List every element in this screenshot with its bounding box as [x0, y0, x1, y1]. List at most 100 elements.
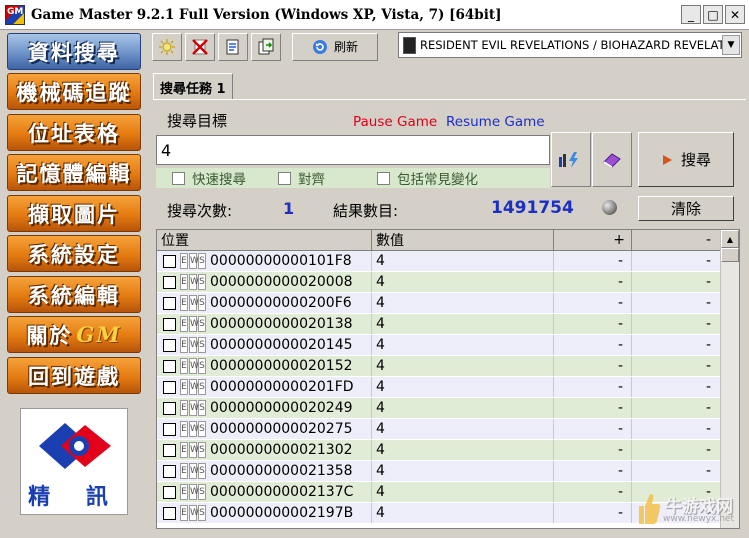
value-cell[interactable]: 4 [372, 440, 554, 460]
table-row[interactable]: EWS 0000000000020138 4 - - [157, 314, 721, 335]
close-icon[interactable]: ✕ [725, 5, 745, 24]
value-cell[interactable]: 4 [372, 503, 554, 523]
flag-e-icon[interactable]: E [180, 379, 188, 395]
flag-e-icon[interactable]: E [180, 421, 188, 437]
table-row[interactable]: EWS 0000000000021358 4 - - [157, 461, 721, 482]
common-variations-option[interactable]: 包括常見變化 [377, 168, 478, 188]
flag-e-icon[interactable]: E [180, 358, 188, 374]
flag-w-icon[interactable]: W [189, 295, 199, 311]
flag-e-icon[interactable]: E [180, 463, 188, 479]
results-scrollbar[interactable]: ▲ [720, 230, 739, 528]
flag-e-icon[interactable]: E [180, 337, 188, 353]
flag-w-icon[interactable]: W [189, 358, 199, 374]
value-cell[interactable]: 4 [372, 272, 554, 292]
flag-w-icon[interactable]: W [189, 463, 199, 479]
flag-s-icon[interactable]: S [198, 505, 206, 521]
row-checkbox[interactable] [163, 338, 176, 352]
table-row[interactable]: EWS 00000000000101F8 4 - - [157, 251, 721, 272]
row-checkbox[interactable] [163, 317, 176, 331]
new-search-icon[interactable] [152, 32, 182, 61]
flag-w-icon[interactable]: W [189, 505, 199, 521]
value-cell[interactable]: 4 [372, 419, 554, 439]
flag-e-icon[interactable]: E [180, 295, 188, 311]
save-list-icon[interactable] [218, 32, 248, 61]
flag-w-icon[interactable]: W [189, 337, 199, 353]
flag-s-icon[interactable]: S [198, 379, 206, 395]
value-cell[interactable]: 4 [372, 482, 554, 502]
chevron-down-icon[interactable]: ▼ [722, 35, 740, 55]
value-cell[interactable]: 4 [372, 251, 554, 271]
refresh-button[interactable]: 刷新 [292, 32, 378, 61]
value-cell[interactable]: 4 [372, 314, 554, 334]
value-cell[interactable]: 4 [372, 398, 554, 418]
flag-w-icon[interactable]: W [189, 253, 199, 269]
sidebar-item-data-search[interactable]: 資料搜尋 [7, 33, 141, 70]
row-checkbox[interactable] [163, 506, 176, 520]
fast-search-option[interactable]: 快速搜尋 [172, 168, 246, 188]
flag-e-icon[interactable]: E [180, 274, 188, 290]
sidebar-item-system-settings[interactable]: 系統設定 [7, 235, 141, 272]
column-value[interactable]: 數值 [372, 230, 554, 250]
flag-s-icon[interactable]: S [198, 400, 206, 416]
flag-e-icon[interactable]: E [180, 316, 188, 332]
flag-s-icon[interactable]: S [198, 421, 206, 437]
row-checkbox[interactable] [163, 485, 176, 499]
resume-game-link[interactable]: Resume Game [446, 114, 545, 130]
value-cell[interactable]: 4 [372, 356, 554, 376]
flag-e-icon[interactable]: E [180, 253, 188, 269]
search-button[interactable]: 搜尋 [638, 132, 734, 187]
flag-s-icon[interactable]: S [198, 316, 206, 332]
column-plus[interactable]: + [554, 230, 632, 250]
sidebar-item-system-edit[interactable]: 系統編輯 [7, 276, 141, 313]
process-select[interactable]: RESIDENT EVIL REVELATIONS / BIOHAZARD RE… [398, 32, 742, 58]
sidebar-item-about[interactable]: 關於 GM [7, 316, 141, 353]
table-row[interactable]: EWS 00000000000201FD 4 - - [157, 377, 721, 398]
row-checkbox[interactable] [163, 380, 176, 394]
row-checkbox[interactable] [163, 359, 176, 373]
row-checkbox[interactable] [163, 275, 176, 289]
flag-w-icon[interactable]: W [189, 316, 199, 332]
table-row[interactable]: EWS 0000000000020275 4 - - [157, 419, 721, 440]
row-checkbox[interactable] [163, 422, 176, 436]
row-checkbox[interactable] [163, 296, 176, 310]
table-row[interactable]: EWS 0000000000020249 4 - - [157, 398, 721, 419]
minimize-icon[interactable]: _ [681, 5, 701, 24]
sidebar-item-capture-image[interactable]: 擷取圖片 [7, 195, 141, 232]
value-cell[interactable]: 4 [372, 335, 554, 355]
flag-w-icon[interactable]: W [189, 484, 199, 500]
flag-s-icon[interactable]: S [198, 463, 206, 479]
flag-s-icon[interactable]: S [198, 358, 206, 374]
common-variations-checkbox[interactable] [377, 171, 390, 185]
scroll-thumb[interactable] [721, 248, 739, 262]
flag-w-icon[interactable]: W [189, 400, 199, 416]
value-cell[interactable]: 4 [372, 377, 554, 397]
align-option[interactable]: 對齊 [278, 168, 325, 188]
value-cell[interactable]: 4 [372, 293, 554, 313]
tab-search-task-1[interactable]: 搜尋任務 1 [153, 73, 233, 100]
maximize-icon[interactable]: □ [703, 5, 723, 24]
clear-button[interactable]: 清除 [638, 196, 734, 221]
delete-icon[interactable] [185, 32, 215, 61]
column-address[interactable]: 位置 [157, 230, 372, 250]
table-row[interactable]: EWS 0000000000020008 4 - - [157, 272, 721, 293]
row-checkbox[interactable] [163, 443, 176, 457]
value-cell[interactable]: 4 [372, 461, 554, 481]
advanced-options-button[interactable] [592, 132, 632, 187]
row-checkbox[interactable] [163, 401, 176, 415]
table-row[interactable]: EWS 0000000000020152 4 - - [157, 356, 721, 377]
table-row[interactable]: EWS 0000000000021302 4 - - [157, 440, 721, 461]
sidebar-item-memory-edit[interactable]: 記憶體編輯 [7, 154, 141, 191]
align-checkbox[interactable] [278, 171, 291, 185]
table-row[interactable]: EWS 0000000000020145 4 - - [157, 335, 721, 356]
row-checkbox[interactable] [163, 464, 176, 478]
flag-s-icon[interactable]: S [198, 337, 206, 353]
pause-game-link[interactable]: Pause Game [353, 114, 437, 130]
fast-search-checkbox[interactable] [172, 171, 185, 185]
row-checkbox[interactable] [163, 254, 176, 268]
flag-w-icon[interactable]: W [189, 442, 199, 458]
search-input[interactable]: 4 [156, 135, 550, 165]
flag-w-icon[interactable]: W [189, 421, 199, 437]
flag-s-icon[interactable]: S [198, 442, 206, 458]
flag-e-icon[interactable]: E [180, 442, 188, 458]
sidebar-item-address-table[interactable]: 位址表格 [7, 114, 141, 151]
